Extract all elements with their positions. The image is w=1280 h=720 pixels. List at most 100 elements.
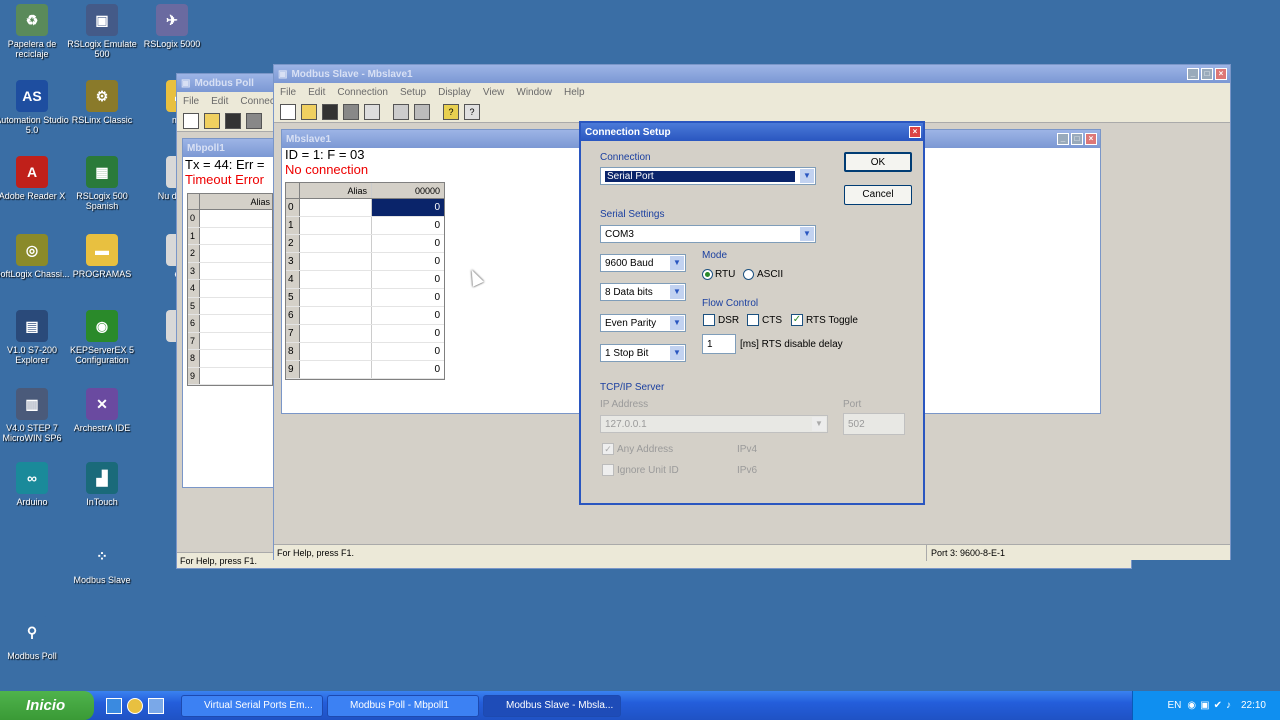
table-row[interactable]: 00 (286, 199, 444, 217)
desktop-icon[interactable]: ∞ Arduino (0, 462, 70, 507)
databits-select[interactable]: 8 Data bits ▼ (600, 283, 686, 301)
stopbit-select[interactable]: 1 Stop Bit ▼ (600, 344, 686, 362)
table-row[interactable]: 2 (188, 245, 272, 263)
table-row[interactable]: 6 (188, 315, 272, 333)
register-value-cell[interactable]: 0 (372, 199, 444, 216)
maximize-icon[interactable]: □ (1201, 68, 1213, 80)
desktop-icon[interactable]: ⁘ Modbus Slave (64, 540, 140, 585)
printer-setup-icon[interactable] (414, 103, 430, 120)
minimize-icon[interactable]: _ (1187, 68, 1199, 80)
chevron-down-icon[interactable]: ▼ (800, 169, 814, 183)
parity-select[interactable]: Even Parity ▼ (600, 314, 686, 332)
help-icon[interactable]: ? (443, 103, 459, 120)
baud-select[interactable]: 9600 Baud ▼ (600, 254, 686, 272)
menu-view[interactable]: View (477, 87, 511, 98)
child-maximize-icon[interactable]: □ (1071, 133, 1083, 145)
cancel-button[interactable]: Cancel (844, 185, 912, 205)
child-minimize-icon[interactable]: _ (1057, 133, 1069, 145)
start-button[interactable]: Inicio (0, 691, 94, 720)
desktop-icon[interactable]: ◎ SoftLogix Chassi... (0, 234, 70, 279)
desktop-icon[interactable]: ▟ InTouch (64, 462, 140, 507)
table-row[interactable]: 50 (286, 289, 444, 307)
connection-select[interactable]: Serial Port ▼ (600, 167, 816, 185)
register-value-cell[interactable]: 0 (372, 307, 444, 324)
alias-cell[interactable] (300, 253, 372, 270)
dsr-checkbox[interactable] (703, 314, 715, 326)
table-row[interactable]: 9 (188, 367, 272, 385)
open-folder-icon[interactable] (301, 103, 317, 120)
chevron-down-icon[interactable]: ▼ (670, 256, 684, 270)
menu-window[interactable]: Window (510, 87, 558, 98)
poll-menu-file[interactable]: File (177, 96, 205, 107)
table-row[interactable]: 0 (188, 210, 272, 228)
table-row[interactable]: 60 (286, 307, 444, 325)
chevron-down-icon[interactable]: ▼ (670, 285, 684, 299)
mbpoll1-titlebar[interactable]: Mbpoll1 (183, 139, 276, 157)
register-value-cell[interactable]: 0 (372, 217, 444, 234)
table-row[interactable]: 90 (286, 361, 444, 379)
register-value-cell[interactable]: 0 (372, 343, 444, 360)
chevron-down-icon[interactable]: ▼ (670, 346, 684, 360)
menu-setup[interactable]: Setup (394, 87, 432, 98)
desktop-icon[interactable]: ▬ PROGRAMAS (64, 234, 140, 279)
desktop-icon[interactable]: ▥ V4.0 STEP 7 MicroWIN SP6 (0, 388, 70, 443)
print-icon[interactable] (246, 112, 262, 129)
desktop-icon[interactable]: ♻ Papelera de reciclaje (0, 4, 70, 59)
table-row[interactable]: 20 (286, 235, 444, 253)
table-row[interactable]: 3 (188, 262, 272, 280)
alias-cell[interactable] (300, 235, 372, 252)
register-value-cell[interactable]: 0 (372, 271, 444, 288)
menu-help[interactable]: Help (558, 87, 591, 98)
ok-button[interactable]: OK (844, 152, 912, 172)
alias-cell[interactable] (300, 199, 372, 216)
task-virtual-serial-ports[interactable]: Virtual Serial Ports Em... (181, 694, 323, 717)
alias-cell[interactable] (300, 343, 372, 360)
chevron-down-icon[interactable]: ▼ (800, 227, 814, 241)
desktop-icon[interactable]: ⚙ RSLinx Classic (64, 80, 140, 125)
chevron-down-icon[interactable]: ▼ (670, 316, 684, 330)
alias-cell[interactable] (300, 325, 372, 342)
modbus-slave-titlebar[interactable]: ▣ Modbus Slave - Mbslave1 _ □ × (274, 65, 1230, 83)
context-help-icon[interactable]: ? (464, 103, 480, 120)
desktop-icon[interactable]: ⚲ Modbus Poll (0, 616, 70, 661)
task-modbus-slave[interactable]: Modbus Slave - Mbsla... (483, 694, 621, 717)
task-modbus-poll[interactable]: Modbus Poll - Mbpoll1 (327, 694, 479, 717)
rts-toggle-checkbox[interactable]: ✓ (791, 314, 803, 326)
menu-file[interactable]: File (274, 87, 302, 98)
table-row[interactable]: 5 (188, 297, 272, 315)
desktop-icon[interactable]: ✈ RSLogix 5000 (134, 4, 210, 49)
security-icon[interactable]: ✔ (1214, 700, 1222, 711)
table-row[interactable]: 40 (286, 271, 444, 289)
print-icon[interactable] (343, 103, 359, 120)
ie-icon[interactable] (106, 697, 122, 714)
table-row[interactable]: 30 (286, 253, 444, 271)
serial-port-select[interactable]: COM3 ▼ (600, 225, 816, 243)
register-value-cell[interactable]: 0 (372, 289, 444, 306)
rtu-radio[interactable] (702, 269, 713, 280)
cts-checkbox[interactable] (747, 314, 759, 326)
desktop-icon[interactable]: ▦ RSLogix 500 Spanish (64, 156, 140, 211)
table-row[interactable]: 1 (188, 227, 272, 245)
desktop-icon[interactable]: ◉ KEPServerEX 5 Configuration (64, 310, 140, 365)
tray-app-icon[interactable]: ▣ (1200, 700, 1209, 711)
table-row[interactable]: 70 (286, 325, 444, 343)
new-file-icon[interactable] (183, 112, 199, 129)
desktop-icon[interactable]: ✕ ArchestrA IDE (64, 388, 140, 433)
connect-icon[interactable] (393, 103, 409, 120)
menu-display[interactable]: Display (432, 87, 477, 98)
alias-cell[interactable] (300, 289, 372, 306)
rts-delay-input[interactable]: 1 (702, 334, 736, 354)
show-desktop-icon[interactable] (148, 697, 164, 714)
table-row[interactable]: 10 (286, 217, 444, 235)
new-file-icon[interactable] (280, 103, 296, 120)
desktop-icon[interactable]: ▣ RSLogix Emulate 500 (64, 4, 140, 59)
desktop-icon[interactable]: ▤ V1.0 S7-200 Explorer (0, 310, 70, 365)
table-row[interactable]: 8 (188, 350, 272, 368)
save-icon[interactable] (225, 112, 241, 129)
alias-cell[interactable] (300, 307, 372, 324)
register-value-cell[interactable]: 0 (372, 253, 444, 270)
menu-edit[interactable]: Edit (302, 87, 331, 98)
desktop-icon[interactable]: AS Automation Studio 5.0 (0, 80, 70, 135)
open-folder-icon[interactable] (204, 112, 220, 129)
dialog-titlebar[interactable]: Connection Setup × (581, 123, 923, 141)
